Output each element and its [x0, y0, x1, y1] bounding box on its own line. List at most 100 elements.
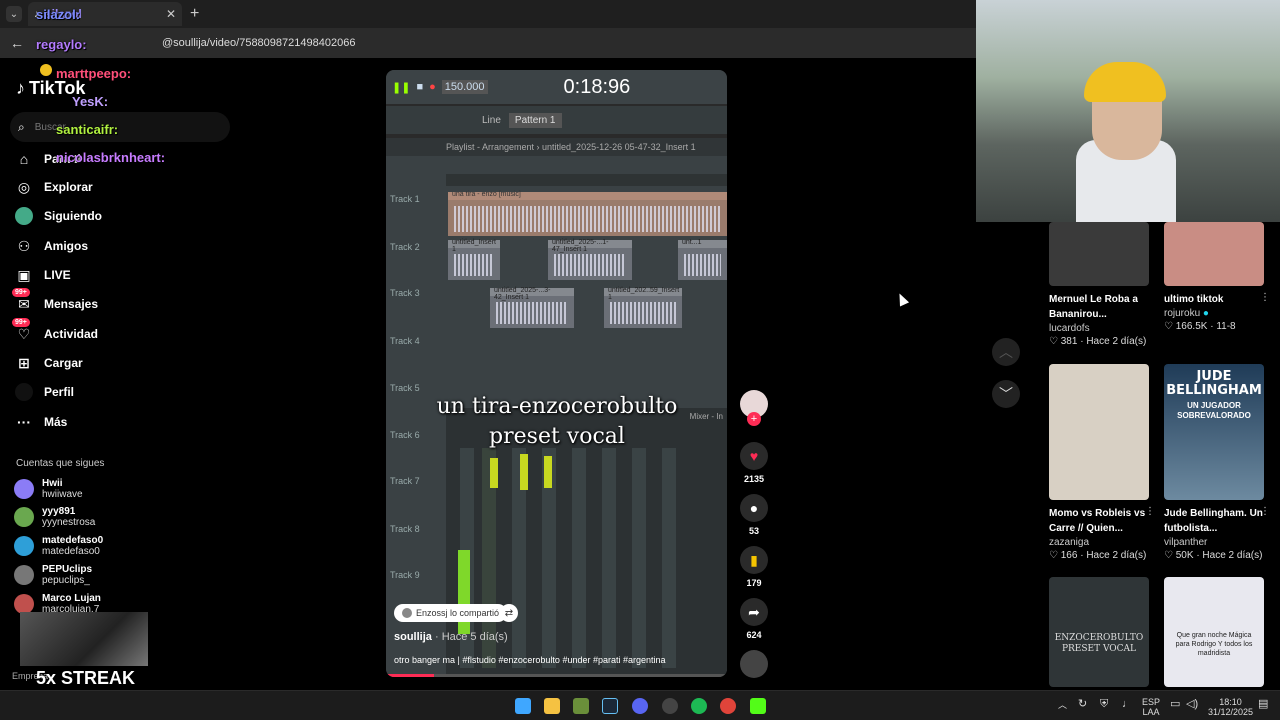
shared-label: Enzossj lo compartió [416, 608, 500, 618]
tab-list-button[interactable]: ⌄ [6, 6, 22, 22]
nav-mas[interactable]: ··· Más [14, 411, 67, 433]
track-label: Track 4 [390, 336, 420, 346]
video-progress-bar[interactable] [386, 674, 727, 677]
tiktok-logo-icon: ♪ [16, 78, 25, 98]
account-handle: hwiiwave [42, 489, 83, 500]
nav-perfil[interactable]: Perfil [14, 381, 74, 403]
video-thumbnail[interactable] [1049, 222, 1149, 286]
nav-siguiendo[interactable]: Siguiendo [14, 205, 102, 227]
kick-icon[interactable] [750, 698, 766, 714]
video-card[interactable]: Que gran noche Mágica para Rodrigo Y tod… [1164, 577, 1264, 687]
video-thumbnail[interactable]: Que gran noche Mágica para Rodrigo Y tod… [1164, 577, 1264, 687]
clock-date: 31/12/2025 [1208, 707, 1254, 717]
language-indicator[interactable]: ESP LAA [1142, 697, 1160, 717]
video-card[interactable]: Mernuel Le Roba a Bananirou... lucardofs… [1049, 222, 1149, 347]
previous-video-button[interactable]: ︿ [992, 338, 1020, 366]
following-account[interactable]: Hwii hwiiwave [14, 478, 83, 500]
track-label: Track 8 [390, 524, 420, 534]
mixer-strip [572, 448, 586, 668]
notification-icon[interactable]: ▤ [1258, 699, 1268, 710]
account-name: yyy891 [42, 506, 76, 517]
sound-disc[interactable] [738, 650, 770, 678]
video-thumbnail[interactable]: ENZOCEROBULTO PRESET VOCAL [1049, 577, 1149, 687]
nav-actividad[interactable]: ♡ 99+ Actividad [12, 318, 98, 345]
streamer-beanie [1084, 62, 1166, 102]
video-card[interactable]: JUDE BELLINGHAM UN JUGADOR SOBREVALORADO… [1164, 364, 1270, 561]
avatar [14, 479, 34, 499]
more-options-icon[interactable]: ⋮ [1260, 506, 1270, 517]
nav-label: LIVE [44, 268, 71, 282]
like-button[interactable]: ♥ 2135 [738, 442, 770, 484]
nav-mensajes[interactable]: ✉ 99+ Mensajes [12, 288, 99, 315]
nav-explorar[interactable]: ◎ Explorar [14, 176, 93, 198]
tray-mic-icon[interactable]: ♩ [1122, 699, 1133, 710]
nav-live[interactable]: ▣ LIVE [14, 264, 71, 286]
spotify-icon[interactable] [691, 698, 707, 714]
file-explorer-icon[interactable] [544, 698, 560, 714]
taskbar: ︿ ↻ ⛨ ♩ ESP LAA ▭ ◁) 18:10 31/12/2025 ▤ [0, 690, 1280, 720]
obs-icon[interactable] [662, 698, 678, 714]
share-count: 624 [746, 630, 762, 640]
video-thumbnail[interactable]: JUDE BELLINGHAM UN JUGADOR SOBREVALORADO [1164, 364, 1264, 500]
more-options-icon[interactable]: ⋮ [1260, 292, 1270, 303]
clock-time: 18:10 [1219, 697, 1242, 707]
search-input[interactable]: ⌕ Buscar [10, 112, 230, 142]
author-avatar[interactable]: + [738, 390, 770, 426]
tray-shield-icon[interactable]: ⛨ [1100, 699, 1108, 710]
windows-start-icon[interactable] [515, 698, 531, 714]
layout-code: LAA [1142, 707, 1160, 717]
shared-by-chip[interactable]: Enzossj lo compartió [394, 604, 508, 622]
new-tab-button[interactable]: + [190, 5, 199, 23]
video-card[interactable]: ENZOCEROBULTO PRESET VOCAL [1049, 577, 1149, 687]
video-card[interactable]: ⋮ Momo vs Robleis vs Carre // Quien... z… [1049, 364, 1155, 561]
avatar [14, 594, 34, 614]
volume-icon[interactable]: ◁) [1186, 699, 1198, 710]
video-card[interactable]: ultimo tiktok ⋮ rojuroku ● ♡ 166.5K · 11… [1164, 222, 1270, 332]
fl-toolbar: ❚❚ ■ ● 150.000 0:18:96 [386, 70, 727, 104]
clock[interactable]: 18:10 31/12/2025 [1208, 697, 1253, 717]
video-caption: un tira-enzocerobulto preset vocal [422, 392, 692, 452]
more-options-icon[interactable]: ⋮ [1145, 506, 1155, 517]
avatar [402, 608, 412, 618]
repost-icon[interactable]: ⇄ [500, 604, 518, 622]
nav-amigos[interactable]: ⚇ Amigos [14, 235, 88, 257]
url-field[interactable]: @soullija/video/7588098721498402066 [162, 37, 355, 49]
share-button[interactable]: ➦ 624 [738, 598, 770, 640]
nav-label: Siguiendo [44, 209, 102, 223]
video-thumbnail[interactable] [1164, 222, 1264, 286]
track-label: Track 1 [390, 194, 420, 204]
tray-sync-icon[interactable]: ↻ [1078, 699, 1087, 710]
thumbnail-text: Que gran noche Mágica para Rodrigo Y tod… [1175, 632, 1253, 657]
video-player[interactable]: ❚❚ ■ ● 150.000 0:18:96 Line Pattern 1 Pl… [386, 70, 727, 677]
account-name: Marco Lujan [42, 593, 101, 604]
nav-label: Mensajes [44, 297, 99, 311]
streak-label: 5x STREAK [36, 668, 136, 688]
following-account[interactable]: matedefaso0 matedefaso0 [14, 535, 103, 557]
messages-icon: ✉ 99+ [12, 288, 34, 314]
following-account[interactable]: PEPUclips pepuclips_ [14, 564, 92, 586]
video-author[interactable]: soullija · Hace 5 día(s) [394, 631, 508, 643]
chrome-icon[interactable] [720, 698, 736, 714]
discord-icon[interactable] [632, 698, 648, 714]
messages-badge: 99+ [12, 288, 30, 297]
video-thumbnail[interactable] [1049, 364, 1149, 500]
close-tab-icon[interactable]: ✕ [166, 7, 176, 21]
steam-icon[interactable] [602, 698, 618, 714]
following-account[interactable]: yyy891 yyynestrosa [14, 506, 95, 528]
nav-cargar[interactable]: ⊞ Cargar [14, 352, 83, 374]
next-video-button[interactable]: ﹀ [992, 380, 1020, 408]
comment-button[interactable]: ● 53 [738, 494, 770, 536]
fl-toolbar-tools: Line Pattern 1 [386, 106, 727, 134]
network-icon[interactable]: ▭ [1170, 699, 1180, 710]
back-icon[interactable]: ← [10, 35, 24, 51]
account-name: PEPUclips [42, 564, 93, 575]
tray-chevron-icon[interactable]: ︿ [1058, 700, 1067, 710]
card-meta: ♡ 381 · Hace 2 día(s) [1049, 336, 1147, 347]
save-button[interactable]: ▮ 179 [738, 546, 770, 588]
thumbnail-text: JUDE BELLINGHAM [1166, 369, 1262, 398]
card-title: Jude Bellingham. Un futbolista... [1164, 508, 1263, 534]
follow-plus-icon[interactable]: + [747, 412, 761, 426]
mouse-cursor-icon [894, 291, 910, 307]
card-title: Momo vs Robleis vs Carre // Quien... [1049, 508, 1146, 534]
app-icon[interactable] [573, 698, 589, 714]
